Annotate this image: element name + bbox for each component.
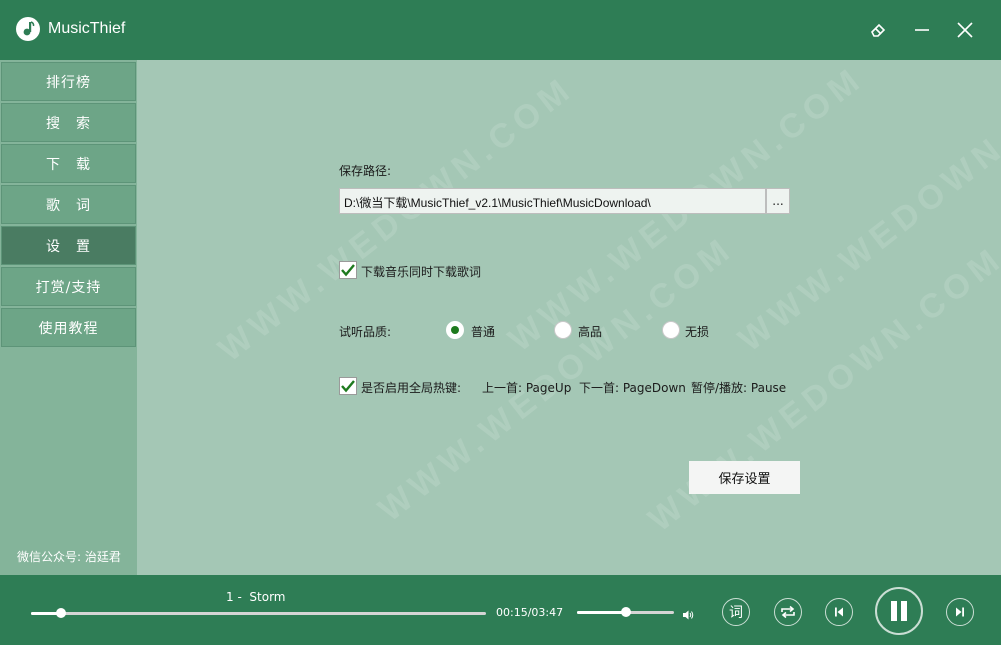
- sidebar-item-tutorial[interactable]: 使用教程: [1, 308, 136, 347]
- quality-radio-high[interactable]: [554, 321, 572, 339]
- browse-button[interactable]: ...: [766, 188, 790, 214]
- playback-time: 00:15/03:47: [496, 606, 564, 619]
- title-bar: MusicThief: [0, 0, 1001, 60]
- volume-handle[interactable]: [620, 607, 631, 617]
- skip-next-icon: [956, 607, 964, 617]
- pause-button[interactable]: [875, 587, 923, 635]
- sidebar-item-charts[interactable]: 排行榜: [1, 62, 136, 101]
- sidebar-item-search[interactable]: 搜 索: [1, 103, 136, 142]
- save-settings-button[interactable]: 保存设置: [689, 461, 800, 494]
- wechat-account-label: 微信公众号: 治廷君: [17, 550, 121, 564]
- player-bar: 1 - Storm 00:15/03:47 词: [0, 575, 1001, 645]
- save-path-label: 保存路径:: [339, 164, 392, 178]
- quality-radio-normal[interactable]: [446, 321, 464, 339]
- minimize-button[interactable]: [910, 18, 934, 42]
- repeat-button[interactable]: [774, 598, 802, 626]
- pause-icon: [891, 601, 907, 621]
- skin-button[interactable]: [866, 18, 890, 42]
- lyrics-toggle-button[interactable]: 词: [722, 598, 750, 626]
- eraser-icon: [871, 23, 886, 37]
- watermark: WWW.WEDOWN.COM: [211, 68, 581, 370]
- sidebar-item-lyrics[interactable]: 歌 词: [1, 185, 136, 224]
- close-button[interactable]: [953, 18, 977, 42]
- app-logo-icon: [16, 17, 40, 41]
- save-path-input[interactable]: D:\微当下载\MusicThief_v2.1\MusicThief\Music…: [339, 188, 766, 214]
- app-title: MusicThief: [48, 20, 126, 37]
- progress-slider[interactable]: [31, 612, 486, 615]
- quality-option-lossless: 无损: [685, 325, 710, 339]
- minimize-icon: [915, 29, 929, 31]
- global-hotkey-checkbox[interactable]: [339, 377, 357, 395]
- hotkey-prev-label: 上一首: PageUp: [482, 381, 572, 395]
- check-icon: [341, 380, 355, 393]
- download-lyrics-checkbox[interactable]: [339, 261, 357, 279]
- quality-option-normal: 普通: [471, 325, 496, 339]
- check-icon: [341, 264, 355, 277]
- sidebar-item-settings[interactable]: 设 置: [1, 226, 136, 265]
- settings-panel: WWW.WEDOWN.COM WWW.WEDOWN.COM WWW.WEDOWN…: [137, 59, 1001, 575]
- volume-fill: [577, 611, 626, 614]
- quality-option-high: 高品: [578, 325, 603, 339]
- skip-previous-icon: [835, 607, 843, 617]
- download-lyrics-label: 下载音乐同时下载歌词: [361, 265, 482, 279]
- next-button[interactable]: [946, 598, 974, 626]
- sidebar-item-download[interactable]: 下 载: [1, 144, 136, 183]
- progress-handle[interactable]: [56, 608, 67, 618]
- previous-button[interactable]: [825, 598, 853, 626]
- quality-radio-lossless[interactable]: [662, 321, 680, 339]
- hotkey-next-label: 下一首: PageDown: [579, 381, 686, 395]
- global-hotkey-label: 是否启用全局热键:: [361, 381, 462, 395]
- sidebar-item-donate[interactable]: 打赏/支持: [1, 267, 136, 306]
- sidebar: 排行榜 搜 索 下 载 歌 词 设 置 打赏/支持 使用教程 微信公众号: 治廷…: [0, 60, 137, 575]
- now-playing-title: 1 - Storm: [226, 590, 286, 604]
- volume-icon[interactable]: [682, 606, 694, 625]
- quality-label: 试听品质:: [339, 325, 392, 339]
- close-icon: [957, 22, 973, 38]
- repeat-icon: [781, 605, 795, 619]
- hotkey-pause-label: 暂停/播放: Pause: [691, 381, 787, 395]
